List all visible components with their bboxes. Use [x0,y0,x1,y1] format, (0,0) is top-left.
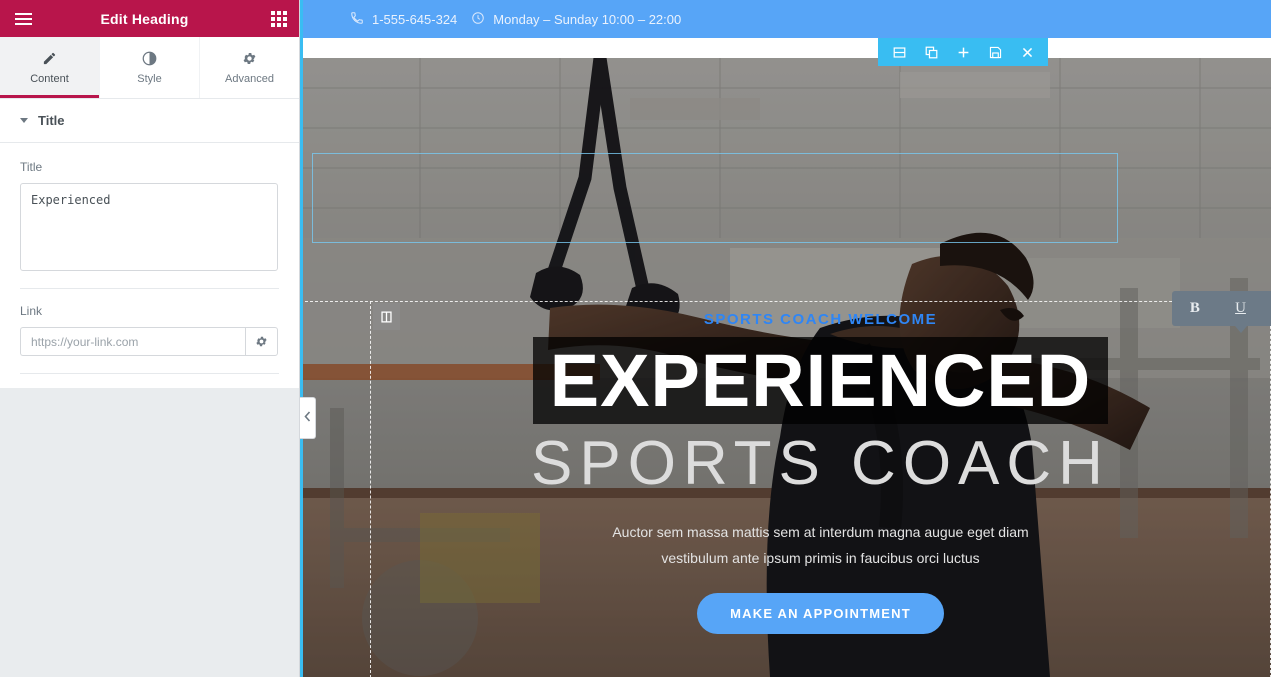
pencil-icon [42,51,57,66]
heading-widget[interactable]: EXPERIENCED [532,337,1109,424]
tab-advanced-label: Advanced [225,72,274,85]
page-title: Edit Heading [100,10,189,27]
contrast-circle-icon [142,51,157,66]
grid-icon[interactable] [259,0,299,37]
tab-content[interactable]: Content [0,37,100,98]
section-toolbar [878,38,1048,66]
panel-header: Edit Heading [0,0,299,37]
site-topbar: 1-555-645-324 Monday – Sunday 10:00 – 22… [300,0,1271,38]
make-appointment-button[interactable]: MAKE AN APPOINTMENT [697,593,944,635]
topbar-phone: 1-555-645-324 [350,11,457,28]
hero-section: SPORTS COACH WELCOME EXPERIENCED SPORTS … [300,58,1271,677]
underline-button[interactable]: U [1218,300,1264,317]
italic-button[interactable]: I [1263,300,1271,317]
close-icon[interactable] [1014,38,1040,66]
tab-content-label: Content [30,72,69,85]
divider [20,288,279,289]
tab-style[interactable]: Style [100,37,200,98]
canvas-gap [300,38,1271,58]
control-title: Title [20,160,279,285]
panel-body: Title Title Link [0,99,299,388]
panel-tabs: Content Style Advanced [0,37,299,99]
phone-number: 1-555-645-324 [372,11,458,27]
bold-button[interactable]: B [1172,300,1218,317]
hero-paragraph-line2: vestibulum ante ipsum primis in faucibus… [661,550,980,567]
chevron-left-icon [304,409,311,427]
hero-paragraph: Auctor sem massa mattis sem at interdum … [370,519,1271,571]
hero-subheading: SPORTS COACH [531,429,1110,498]
hero-content: SPORTS COACH WELCOME EXPERIENCED SPORTS … [370,301,1271,635]
caret-down-icon [20,118,28,123]
title-label: Title [20,160,43,174]
panel-collapse-button[interactable] [300,397,316,439]
panel-empty-area [0,388,299,677]
control-link: Link [20,304,279,370]
elementor-editor: Edit Heading Content Style Advanced Titl… [0,0,1271,677]
duplicate-icon[interactable] [918,38,944,66]
section-title-toggle[interactable]: Title [0,99,299,143]
editor-panel: Edit Heading Content Style Advanced Titl… [0,0,300,677]
tab-advanced[interactable]: Advanced [200,37,299,98]
link-options-gear-icon[interactable] [245,327,278,356]
phone-icon [350,11,364,28]
save-icon[interactable] [982,38,1008,66]
topbar-hours: Monday – Sunday 10:00 – 22:00 [471,11,681,28]
section-title-label: Title [38,113,65,128]
gear-icon [242,51,257,66]
clock-icon [471,11,485,28]
link-input[interactable] [20,327,245,356]
column-handle-icon[interactable] [886,38,912,66]
controls-list: Title Link [0,143,299,388]
rich-text-toolbar: B U I [1172,291,1271,333]
widget-handle-icon[interactable] [373,303,400,330]
add-icon[interactable] [950,38,976,66]
link-label: Link [20,304,43,318]
preview-canvas: 1-555-645-324 Monday – Sunday 10:00 – 22… [300,0,1271,677]
title-input[interactable] [20,183,278,271]
opening-hours: Monday – Sunday 10:00 – 22:00 [493,11,682,27]
hero-nav-text: SPORTS COACH WELCOME [703,311,938,328]
divider [20,373,279,374]
hero-paragraph-line1: Auctor sem massa mattis sem at interdum … [612,524,1029,541]
hero-heading[interactable]: EXPERIENCED [550,344,1091,418]
tab-style-label: Style [137,72,162,85]
